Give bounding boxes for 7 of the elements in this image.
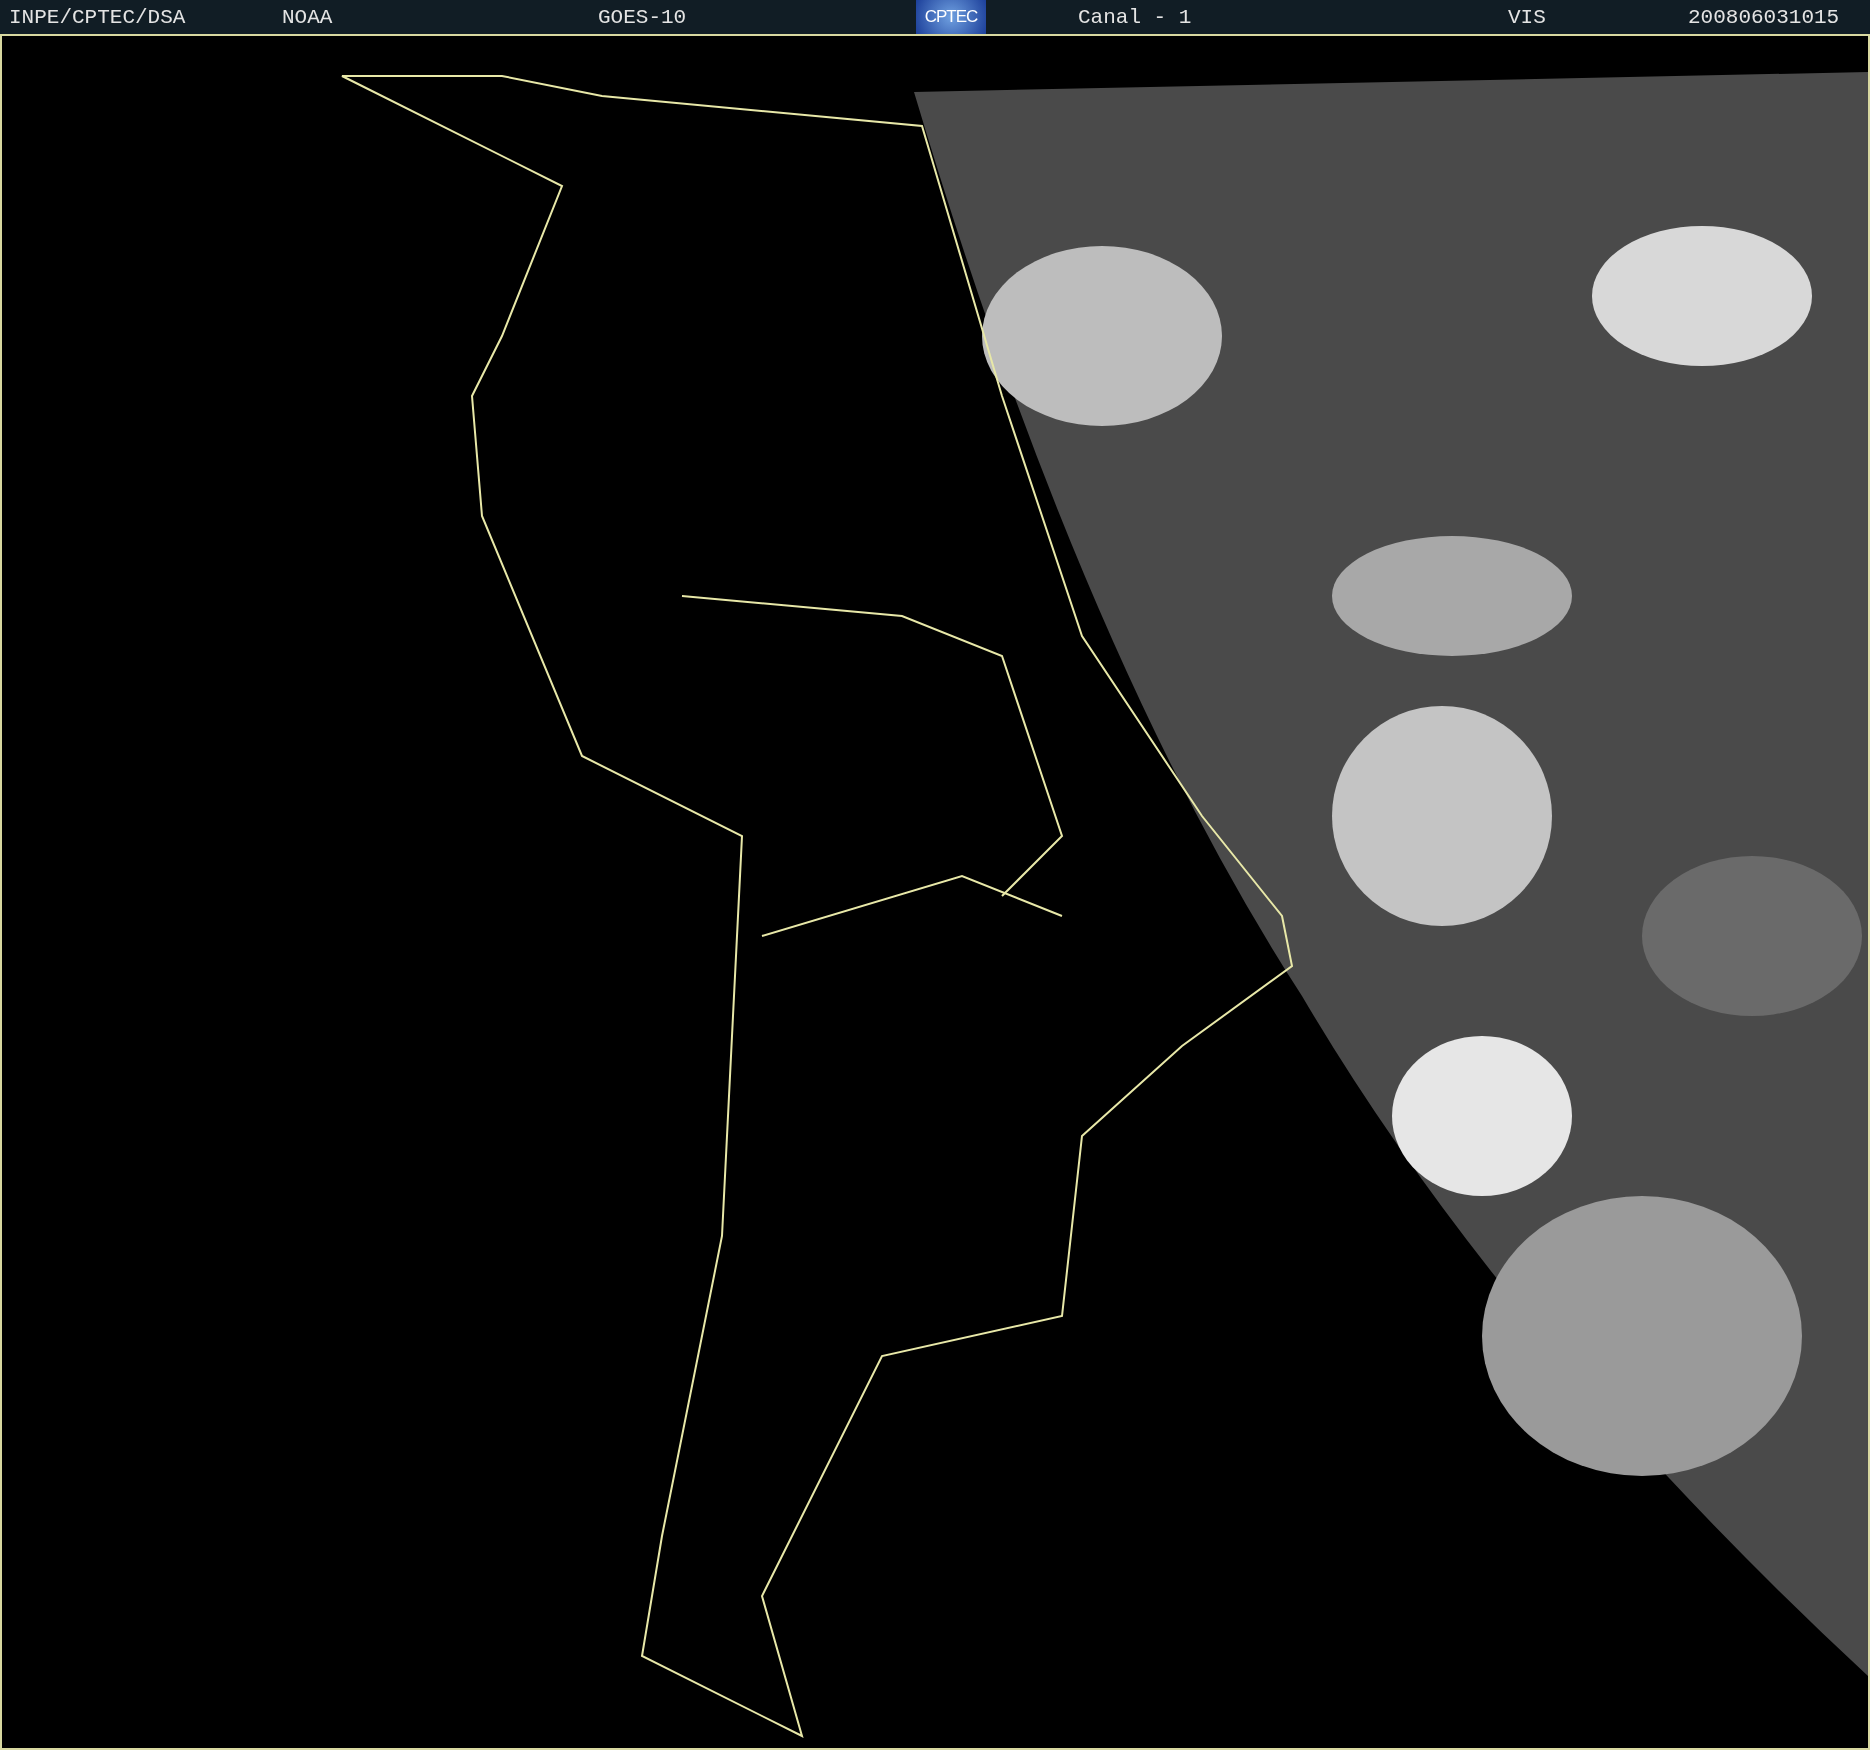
timestamp-label: 200806031015 [1688,6,1840,30]
source-label: INPE/CPTEC/DSA [9,6,186,30]
logo: CPTEC [916,0,986,34]
agency-label: NOAA [282,6,333,30]
satellite-label: GOES-10 [598,6,687,30]
channel-label: Canal - 1 [1078,6,1192,30]
band-label: VIS [1508,6,1546,30]
